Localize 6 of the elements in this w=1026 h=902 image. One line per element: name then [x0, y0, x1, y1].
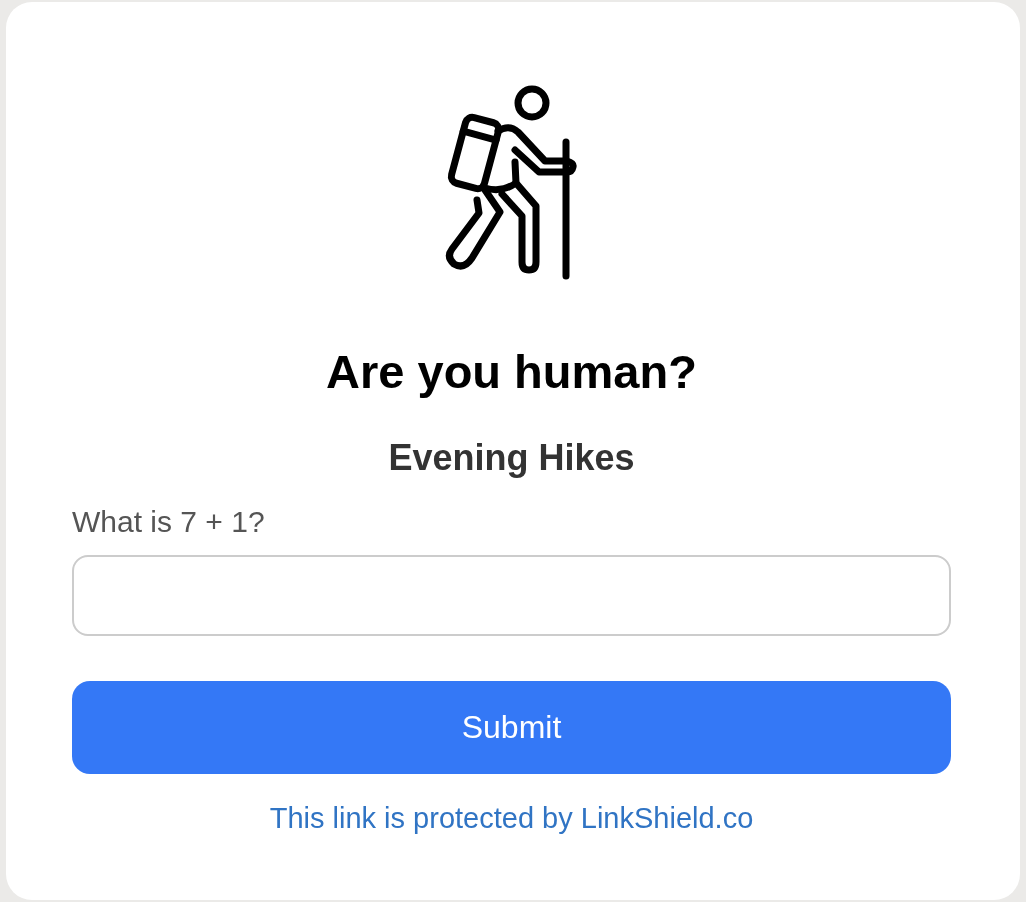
page-title: Are you human?	[325, 344, 698, 400]
submit-button[interactable]: Submit	[72, 681, 951, 774]
answer-field[interactable]	[72, 555, 951, 636]
page-subtitle: Evening Hikes	[387, 436, 636, 480]
protection-link[interactable]: This link is protected by LinkShield.co	[269, 800, 754, 836]
question-label: What is 7 + 1?	[72, 504, 265, 540]
